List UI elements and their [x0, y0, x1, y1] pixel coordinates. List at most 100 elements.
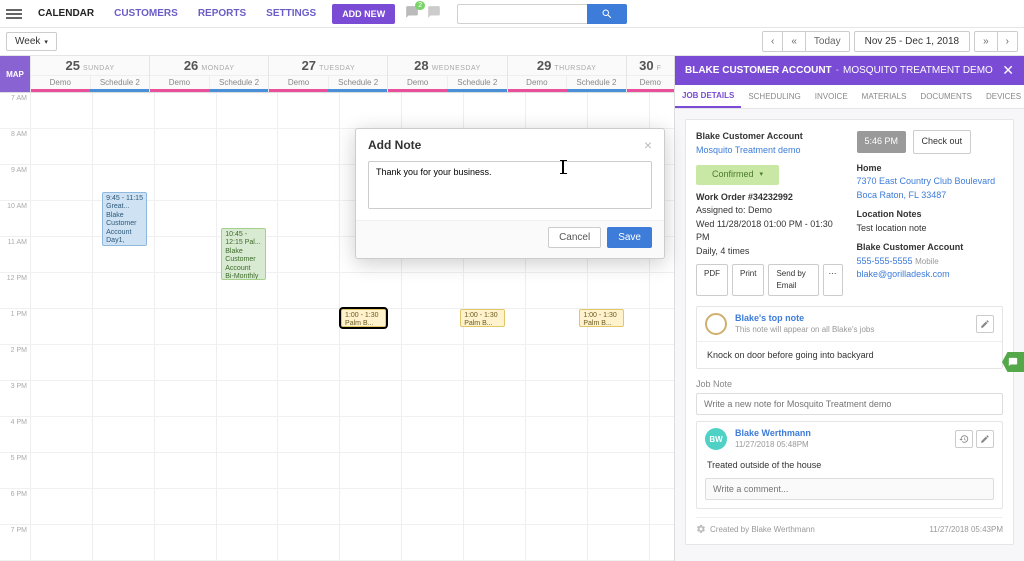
note-body: Treated outside of the house — [697, 456, 1002, 478]
time-label: 11 AM — [0, 237, 30, 273]
nav-settings[interactable]: SETTINGS — [256, 8, 326, 19]
nav-calendar[interactable]: CALENDAR — [28, 8, 104, 19]
schedule-header[interactable]: Schedule 2 — [566, 76, 626, 89]
note-timestamp: 11/27/2018 05:48PM — [735, 440, 809, 449]
cancel-button[interactable]: Cancel — [548, 227, 601, 248]
today-button[interactable]: Today — [806, 32, 849, 51]
schedule-header[interactable]: Demo — [31, 76, 90, 89]
tab-job-details[interactable]: JOB DETAILS — [675, 85, 741, 108]
avatar-icon — [705, 313, 727, 335]
schedule-header[interactable]: Demo — [627, 76, 674, 89]
email-button[interactable]: Send by Email — [768, 264, 818, 296]
date-nav-group: ‹ « Today — [762, 31, 850, 52]
more-actions-button[interactable]: ⋯ — [823, 264, 843, 296]
pdf-button[interactable]: PDF — [696, 264, 728, 296]
calendar-header: MAP 25 SUNDAYDemoSchedule 226 MONDAYDemo… — [0, 56, 674, 93]
schedule-header[interactable]: Schedule 2 — [209, 76, 269, 89]
nav-reports[interactable]: REPORTS — [188, 8, 256, 19]
edit-note-button[interactable] — [976, 430, 994, 448]
checkout-button[interactable]: Check out — [913, 130, 972, 154]
created-by-row: Created by Blake Werthmann 11/27/2018 05… — [696, 517, 1003, 534]
day-column: 26 MONDAYDemoSchedule 2 — [149, 56, 268, 92]
job-note-label: Job Note — [696, 379, 1003, 389]
recurrence: Daily, 4 times — [696, 245, 843, 259]
next-page-button[interactable]: › — [998, 32, 1017, 51]
note-textarea[interactable] — [368, 161, 652, 209]
schedule-header[interactable]: Schedule 2 — [328, 76, 388, 89]
close-panel-button[interactable]: ✕ — [1002, 62, 1014, 79]
assigned-to: Assigned to: Demo — [696, 204, 843, 218]
edit-top-note-button[interactable] — [976, 315, 994, 333]
schedule-header[interactable]: Demo — [269, 76, 328, 89]
calendar-toolbar: Week▾ ‹ « Today Nov 25 - Dec 1, 2018 » › — [0, 28, 1024, 56]
time-label: 5 PM — [0, 453, 30, 489]
event-bimonthly[interactable]: 10:45 - 12:15 Pal...Blake Customer Accou… — [221, 228, 266, 280]
date-range[interactable]: Nov 25 - Dec 1, 2018 — [854, 31, 971, 52]
home-label: Home — [857, 162, 1004, 176]
tab-invoice[interactable]: INVOICE — [808, 86, 855, 107]
day-column: 29 THURSDAYDemoSchedule 2 — [507, 56, 626, 92]
time-pill: 5:46 PM — [857, 131, 907, 153]
event-palm-3[interactable]: 1:00 - 1:30 Palm B...Blake Customer Acco… — [579, 309, 624, 327]
time-column: 7 AM8 AM9 AM10 AM11 AM12 PM1 PM2 PM3 PM4… — [0, 93, 30, 561]
nav-customers[interactable]: CUSTOMERS — [104, 8, 188, 19]
top-note-title: Blake's top note — [735, 313, 874, 323]
time-label: 10 AM — [0, 201, 30, 237]
created-by-text: Created by Blake Werthmann — [710, 525, 815, 534]
address-line2[interactable]: Boca Raton, FL 33487 — [857, 189, 1004, 203]
event-palm-2[interactable]: 1:00 - 1:30 Palm B...Blake Customer Acco… — [460, 309, 505, 327]
tab-documents[interactable]: DOCUMENTS — [913, 86, 979, 107]
time-label: 6 PM — [0, 489, 30, 525]
save-button[interactable]: Save — [607, 227, 652, 248]
prev-button[interactable]: « — [783, 32, 806, 51]
email-link[interactable]: blake@gorilladesk.com — [857, 268, 1004, 282]
time-label: 1 PM — [0, 309, 30, 345]
inbox-icon[interactable] — [423, 5, 445, 22]
event-palm-1[interactable]: 1:00 - 1:30 Palm B...Blake Customer Acco… — [341, 309, 386, 327]
schedule-header[interactable]: Demo — [388, 76, 447, 89]
modal-close-button[interactable]: × — [644, 137, 652, 153]
add-note-modal: Add Note × Cancel Save — [355, 128, 665, 259]
view-selector[interactable]: Week▾ — [6, 32, 57, 51]
schedule-header[interactable]: Schedule 2 — [447, 76, 507, 89]
tab-scheduling[interactable]: SCHEDULING — [741, 86, 807, 107]
tab-materials[interactable]: MATERIALS — [855, 86, 914, 107]
phone-link[interactable]: 555-555-5555 — [857, 256, 913, 266]
author-avatar: BW — [705, 428, 727, 450]
print-button[interactable]: Print — [732, 264, 764, 296]
job-side-panel: BLAKE CUSTOMER ACCOUNT - MOSQUITO TREATM… — [674, 56, 1024, 561]
day-column: 27 TUESDAYDemoSchedule 2 — [268, 56, 387, 92]
panel-header: BLAKE CUSTOMER ACCOUNT - MOSQUITO TREATM… — [675, 56, 1024, 85]
notifications-icon[interactable]: 2 — [401, 5, 423, 22]
tab-devices[interactable]: DEVICES — [979, 86, 1024, 107]
map-toggle[interactable]: MAP — [0, 56, 30, 92]
new-note-input[interactable] — [696, 393, 1003, 415]
time-label: 7 PM — [0, 525, 30, 561]
job-note-card: BW Blake Werthmann 11/27/2018 05:48PM Tr… — [696, 421, 1003, 509]
status-dropdown[interactable]: Confirmed▾ — [696, 165, 779, 185]
schedule-header[interactable]: Demo — [150, 76, 209, 89]
add-new-button[interactable]: ADD NEW — [332, 4, 395, 24]
location-notes-label: Location Notes — [857, 208, 1004, 222]
time-label: 7 AM — [0, 93, 30, 129]
prev-page-button[interactable]: ‹ — [763, 32, 783, 51]
time-label: 12 PM — [0, 273, 30, 309]
comment-input[interactable] — [705, 478, 994, 500]
address-line1[interactable]: 7370 East Country Club Boulevard — [857, 175, 1004, 189]
hamburger-icon[interactable] — [6, 9, 22, 19]
next-button[interactable]: » — [975, 32, 998, 51]
time-label: 3 PM — [0, 381, 30, 417]
top-nav: CALENDAR CUSTOMERS REPORTS SETTINGS ADD … — [0, 0, 1024, 28]
search-input[interactable] — [457, 4, 587, 24]
modal-title: Add Note — [368, 138, 421, 152]
note-author: Blake Werthmann — [735, 428, 811, 438]
search-button[interactable] — [587, 4, 627, 24]
time-label: 2 PM — [0, 345, 30, 381]
time-label: 4 PM — [0, 417, 30, 453]
job-link[interactable]: Mosquito Treatment demo — [696, 144, 843, 158]
event-mosquito-job[interactable]: 9:45 - 11:15 Great...Blake Customer Acco… — [102, 192, 147, 246]
note-history-button[interactable] — [955, 430, 973, 448]
schedule-header[interactable]: Schedule 2 — [90, 76, 150, 89]
schedule-header[interactable]: Demo — [508, 76, 567, 89]
location-notes: Test location note — [857, 222, 1004, 236]
